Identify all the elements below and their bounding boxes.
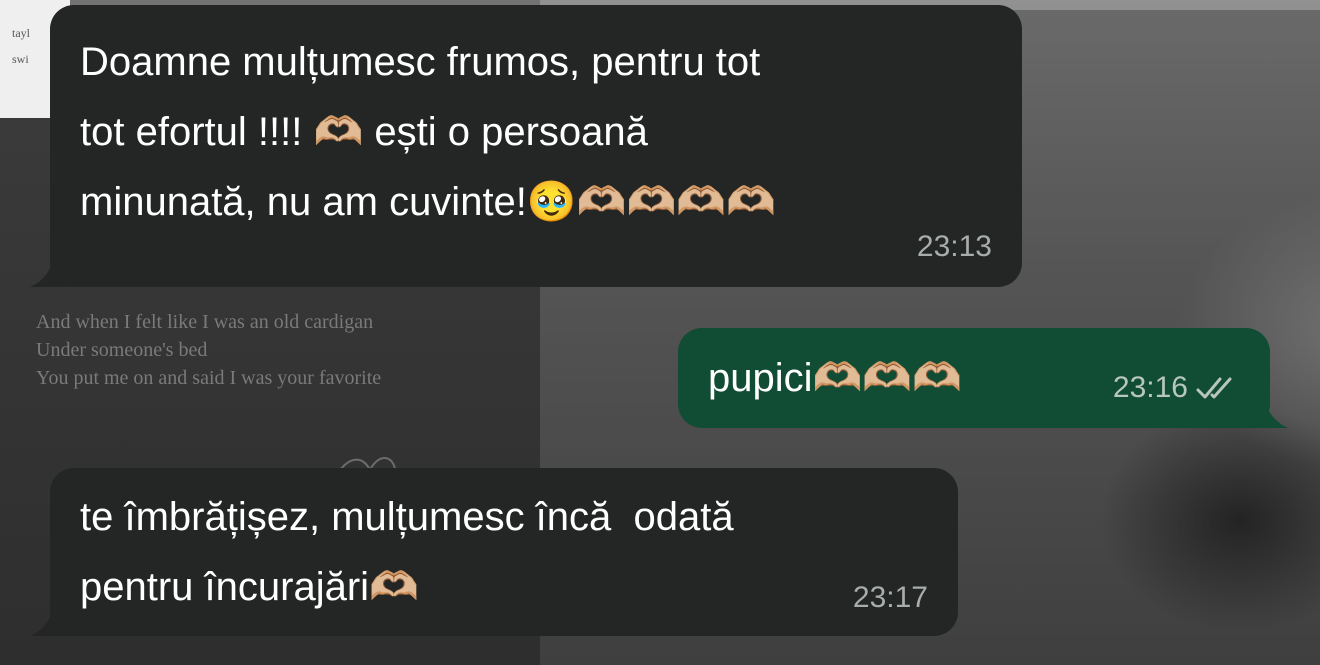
message-bubble-outgoing[interactable]: pupici🫶🏼🫶🏼🫶🏼 23:16: [678, 328, 1270, 428]
wallpaper-lyrics: And when I felt like I was an old cardig…: [36, 308, 536, 392]
message-time: 23:13: [916, 230, 992, 263]
lyrics-line: Under someone's bed: [36, 339, 208, 361]
message-meta: 23:13: [917, 229, 992, 265]
message-bubble-incoming[interactable]: Doamne mulțumesc frumos, pentru tot tot …: [50, 5, 1022, 287]
message-meta: 23:17: [853, 580, 928, 616]
note-line: tayl: [12, 26, 30, 40]
note-line: swi: [12, 52, 29, 66]
message-time: 23:17: [852, 581, 928, 614]
lyrics-line: And when I felt like I was an old cardig…: [36, 311, 374, 333]
message-text: te îmbrățișez, mulțumesc încă odată pent…: [80, 495, 734, 609]
message-text: Doamne mulțumesc frumos, pentru tot tot …: [80, 40, 776, 224]
lyrics-line: You put me on and said I was your favori…: [36, 367, 382, 389]
message-bubble-incoming[interactable]: te îmbrățișez, mulțumesc încă odată pent…: [50, 468, 958, 636]
message-meta: 23:16: [1113, 370, 1240, 406]
message-time: 23:16: [1112, 371, 1188, 404]
double-check-icon: [1196, 377, 1232, 399]
